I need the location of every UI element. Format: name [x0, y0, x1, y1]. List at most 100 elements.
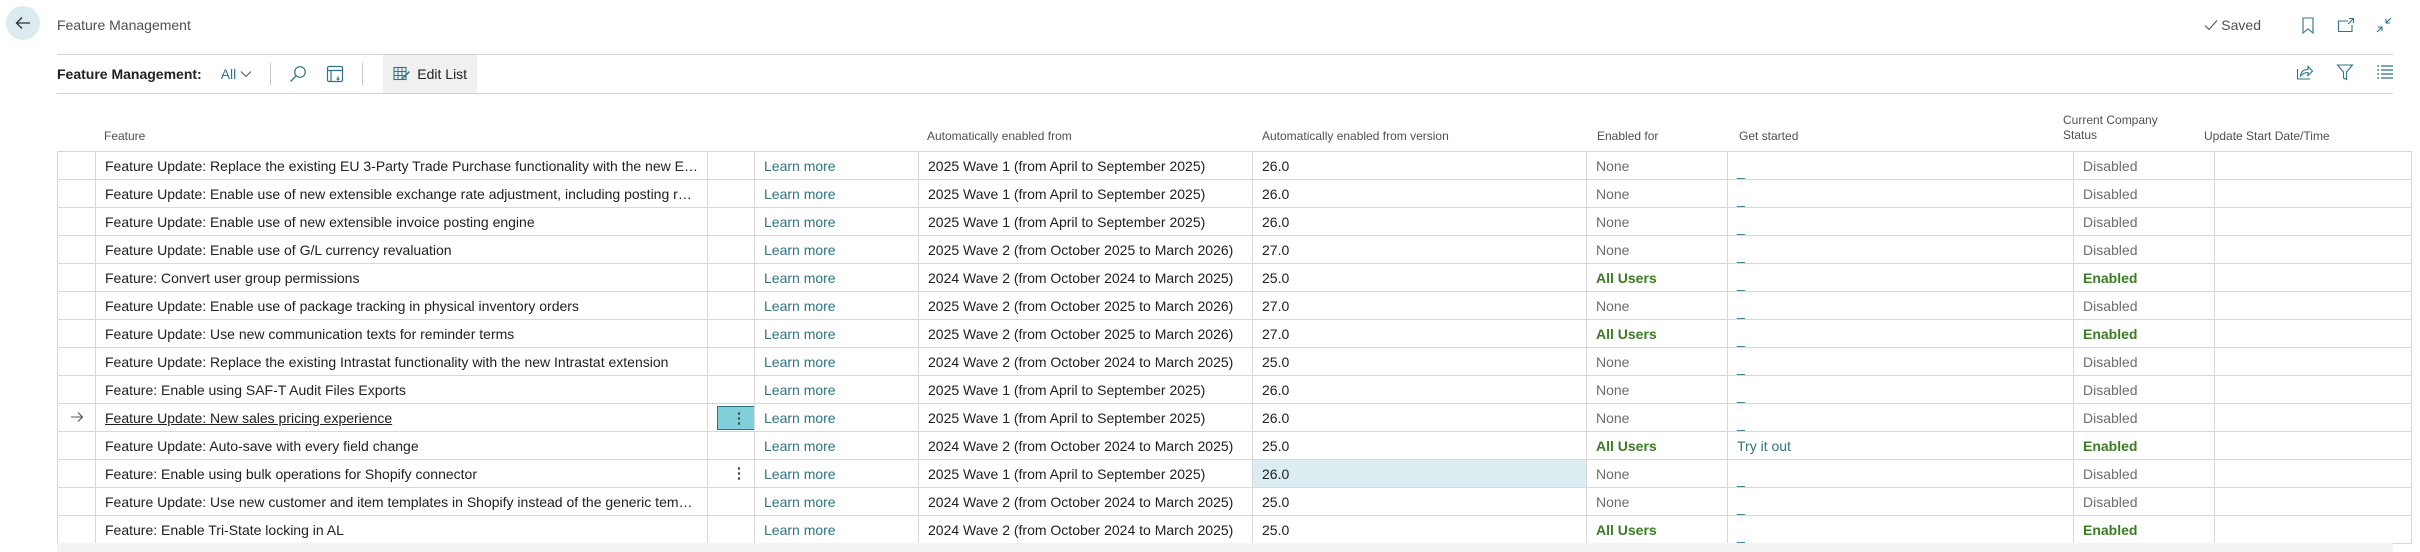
row-menu-cell[interactable] [707, 319, 755, 348]
learn-more-link[interactable]: Learn more [764, 410, 836, 426]
enabled-for-value[interactable]: All Users [1596, 522, 1657, 538]
feature-cell[interactable]: Feature Update: Replace the existing Int… [95, 347, 708, 376]
learn-more-link[interactable]: Learn more [764, 438, 836, 454]
get-started-link[interactable]: _ [1737, 219, 1745, 235]
row-selector[interactable] [57, 403, 96, 432]
enabled-for-cell[interactable]: None [1586, 291, 1728, 320]
enabled-for-value[interactable]: All Users [1596, 270, 1657, 286]
learn-more-link[interactable]: Learn more [764, 270, 836, 286]
learn-more-link[interactable]: Learn more [764, 242, 836, 258]
get-started-link[interactable]: _ [1737, 499, 1745, 515]
row-selector[interactable] [57, 235, 96, 264]
get-started-link[interactable]: _ [1737, 191, 1745, 207]
get-started-link[interactable]: _ [1737, 275, 1745, 291]
table-row[interactable]: Feature Update: Enable use of new extens… [57, 179, 2412, 208]
column-header-auto-enabled-version[interactable]: Automatically enabled from version [1262, 129, 1449, 144]
collapse-icon[interactable] [2375, 16, 2393, 34]
feature-cell[interactable]: Feature Update: Use new customer and ite… [95, 487, 708, 516]
enabled-for-value[interactable]: None [1596, 298, 1629, 314]
table-row[interactable]: Feature Update: Replace the existing Int… [57, 347, 2412, 376]
enabled-for-value[interactable]: None [1596, 186, 1629, 202]
list-view-icon[interactable] [2375, 62, 2395, 82]
enabled-for-cell[interactable]: None [1586, 459, 1728, 488]
feature-cell[interactable]: Feature: Enable using bulk operations fo… [95, 459, 708, 488]
table-row[interactable]: Feature: Convert user group permissions L… [57, 263, 2412, 292]
enabled-for-cell[interactable]: All Users [1586, 515, 1728, 544]
row-selector[interactable] [57, 347, 96, 376]
filter-icon[interactable] [2335, 62, 2355, 82]
edit-list-button[interactable]: Edit List [383, 55, 478, 93]
feature-name[interactable]: Feature Update: New sales pricing experi… [105, 410, 392, 426]
bookmark-icon[interactable] [2299, 16, 2317, 34]
row-menu-cell[interactable] [707, 179, 755, 208]
table-row[interactable]: Feature Update: Replace the existing EU … [57, 151, 2412, 180]
feature-cell[interactable]: Feature Update: New sales pricing experi… [95, 403, 708, 432]
enabled-for-cell[interactable]: None [1586, 207, 1728, 236]
enabled-for-value[interactable]: All Users [1596, 326, 1657, 342]
enabled-for-cell[interactable]: All Users [1586, 319, 1728, 348]
feature-cell[interactable]: Feature Update: Enable use of G/L curren… [95, 235, 708, 264]
row-selector[interactable] [57, 487, 96, 516]
get-started-link[interactable]: _ [1737, 359, 1745, 375]
row-actions-menu-icon[interactable]: ⋮ [717, 405, 754, 430]
row-menu-cell[interactable] [707, 515, 755, 544]
enabled-for-cell[interactable]: All Users [1586, 263, 1728, 292]
table-row[interactable]: Feature Update: Enable use of new extens… [57, 207, 2412, 236]
enabled-for-value[interactable]: None [1596, 382, 1629, 398]
table-row[interactable]: Feature: Enable using SAF-T Audit Files … [57, 375, 2412, 404]
search-icon[interactable] [288, 64, 308, 84]
feature-cell[interactable]: Feature Update: Replace the existing EU … [95, 151, 708, 180]
show-details-pane-icon[interactable] [325, 64, 345, 84]
table-row[interactable]: Feature Update: Auto-save with every fie… [57, 431, 2412, 460]
enabled-for-cell[interactable]: None [1586, 487, 1728, 516]
row-menu-cell[interactable] [707, 487, 755, 516]
enabled-for-value[interactable]: None [1596, 242, 1629, 258]
feature-cell[interactable]: Feature Update: Use new communication te… [95, 319, 708, 348]
feature-cell[interactable]: Feature: Enable Tri-State locking in AL [95, 515, 708, 544]
learn-more-link[interactable]: Learn more [764, 158, 836, 174]
feature-cell[interactable]: Feature Update: Auto-save with every fie… [95, 431, 708, 460]
table-row[interactable]: Feature Update: New sales pricing experi… [57, 403, 2412, 432]
row-menu-cell[interactable] [707, 235, 755, 264]
get-started-link[interactable]: _ [1737, 415, 1745, 431]
get-started-link[interactable]: _ [1737, 471, 1745, 487]
learn-more-link[interactable]: Learn more [764, 494, 836, 510]
column-header-auto-enabled-from[interactable]: Automatically enabled from [927, 129, 1072, 144]
row-menu-cell[interactable] [707, 431, 755, 460]
get-started-link[interactable]: _ [1737, 247, 1745, 263]
row-selector[interactable] [57, 207, 96, 236]
feature-cell[interactable]: Feature Update: Enable use of new extens… [95, 179, 708, 208]
table-row[interactable]: Feature: Enable using bulk operations fo… [57, 459, 2412, 488]
table-row[interactable]: Feature: Enable Tri-State locking in AL L… [57, 515, 2412, 544]
row-selector[interactable] [57, 151, 96, 180]
feature-cell[interactable]: Feature Update: Enable use of package tr… [95, 291, 708, 320]
row-menu-cell[interactable]: ⋮ [707, 459, 755, 488]
enabled-for-cell[interactable]: All Users [1586, 431, 1728, 460]
enabled-for-value[interactable]: None [1596, 410, 1629, 426]
enabled-for-value[interactable]: None [1596, 158, 1629, 174]
column-header-update-start[interactable]: Update Start Date/Time [2204, 129, 2330, 144]
row-selector[interactable] [57, 375, 96, 404]
learn-more-link[interactable]: Learn more [764, 354, 836, 370]
learn-more-link[interactable]: Learn more [764, 186, 836, 202]
get-started-link[interactable]: _ [1737, 331, 1745, 347]
row-menu-cell[interactable] [707, 291, 755, 320]
get-started-link[interactable]: _ [1737, 387, 1745, 403]
learn-more-link[interactable]: Learn more [764, 214, 836, 230]
feature-cell[interactable]: Feature Update: Enable use of new extens… [95, 207, 708, 236]
learn-more-link[interactable]: Learn more [764, 326, 836, 342]
enabled-for-cell[interactable]: None [1586, 403, 1728, 432]
row-selector[interactable] [57, 179, 96, 208]
enabled-for-cell[interactable]: None [1586, 347, 1728, 376]
back-button[interactable] [6, 6, 40, 40]
enabled-for-value[interactable]: None [1596, 494, 1629, 510]
learn-more-link[interactable]: Learn more [764, 522, 836, 538]
column-header-enabled-for[interactable]: Enabled for [1597, 129, 1658, 144]
learn-more-link[interactable]: Learn more [764, 466, 836, 482]
row-selector[interactable] [57, 291, 96, 320]
row-menu-cell[interactable] [707, 151, 755, 180]
learn-more-link[interactable]: Learn more [764, 298, 836, 314]
row-menu-cell[interactable] [707, 263, 755, 292]
row-actions-menu-icon[interactable]: ⋮ [717, 462, 754, 486]
feature-cell[interactable]: Feature: Convert user group permissions [95, 263, 708, 292]
